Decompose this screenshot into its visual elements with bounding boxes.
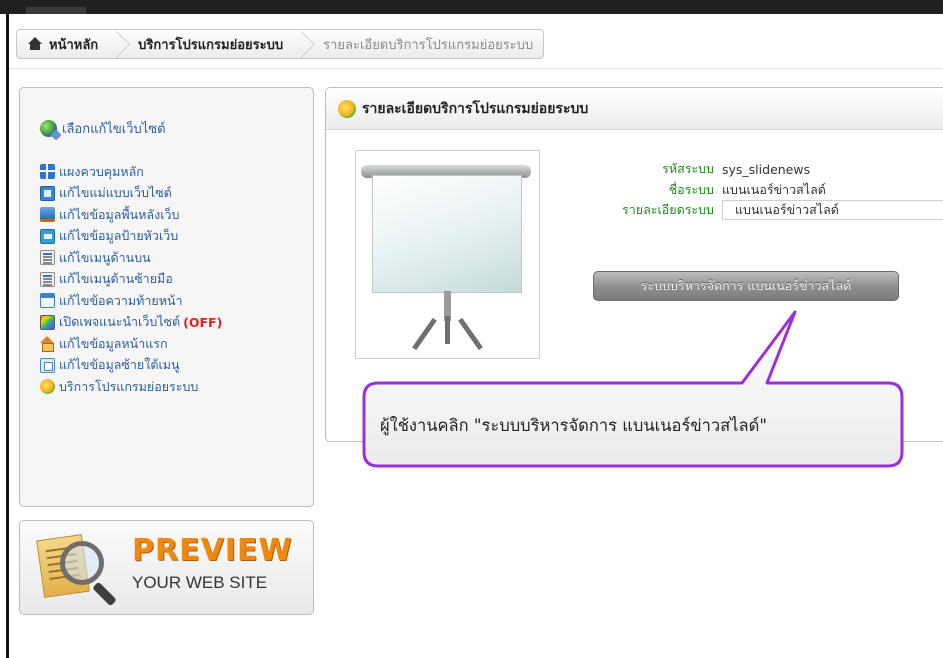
music-icon — [40, 314, 55, 330]
field-system-code: รหัสระบบ sys_slidenews — [613, 159, 810, 179]
magnifier-handle — [92, 581, 117, 607]
system-detail-field[interactable] — [722, 200, 943, 220]
projector-leg — [445, 316, 450, 344]
sidebar-item-label: แก้ไขข้อมูลหน้าแรก — [59, 335, 168, 351]
magnifier-icon — [60, 541, 104, 585]
sidebar-header-label: เลือกแก้ไขเว็บไซต์ — [62, 122, 166, 137]
module-icon — [338, 99, 356, 118]
tab-strip — [26, 7, 86, 14]
template-icon — [40, 185, 55, 201]
sidebar-item-label: แก้ไขข้อมูลพื้นหลังเว็บ — [59, 206, 180, 222]
status-badge: (OFF) — [183, 314, 223, 330]
sidebar-item-music[interactable]: เปิดเพจแนะนำเว็บไซต์ (OFF) — [40, 312, 222, 334]
sidebar-panel: เลือกแก้ไขเว็บไซต์ แผงควบคุมหลัก แก้ไขแม… — [19, 87, 314, 507]
module-detail-panel: รายละเอียดบริการโปรแกรมย่อยระบบ รหัสระบบ… — [325, 87, 943, 442]
system-code-label: รหัสระบบ — [662, 161, 714, 176]
projector-screen — [372, 175, 522, 293]
system-name-label: ชื่อระบบ — [668, 182, 714, 197]
sidebar-header-link[interactable]: เลือกแก้ไขเว็บไซต์ — [40, 118, 166, 139]
globe-edit-icon — [40, 120, 57, 137]
breadcrumb-home-label: หน้าหลัก — [49, 37, 99, 53]
window-top-bar — [0, 0, 943, 14]
projector-leg — [458, 317, 483, 351]
breadcrumb-separator — [112, 30, 126, 58]
breadcrumb-home[interactable]: หน้าหลัก — [17, 30, 112, 58]
sidebar-item-submenu[interactable]: แก้ไขข้อมูลซ้ายใต้เมนู — [40, 355, 222, 377]
preview-title: PREVIEW — [132, 533, 293, 568]
breadcrumb-separator — [297, 30, 311, 58]
sidebar-item-footer[interactable]: แก้ไขข้อความท้ายหน้า — [40, 290, 222, 312]
sidebar-item-template[interactable]: แก้ไขแม่แบบเว็บไซต์ — [40, 183, 222, 205]
sidebar-item-top-menu[interactable]: แก้ไขเมนูด้านบน — [40, 247, 222, 269]
top-menu-icon — [40, 250, 55, 266]
module-image — [355, 150, 540, 359]
page-title: รายละเอียดบริการโปรแกรมย่อยระบบ — [362, 100, 589, 117]
sidebar-item-banner[interactable]: แก้ไขข้อมูลป้ายหัวเว็บ — [40, 226, 222, 248]
field-system-detail: รายละเอียดระบบ — [613, 200, 943, 220]
sidebar-item-label: แผงควบคุมหลัก — [59, 163, 144, 179]
system-code-value: sys_slidenews — [722, 161, 811, 177]
sidebar-item-label: บริการโปรแกรมย่อยระบบ — [59, 378, 199, 394]
sidebar-item-label: แก้ไขเมนูด้านบน — [59, 249, 151, 265]
preview-subtitle: YOUR WEB SITE — [132, 573, 268, 592]
banner-icon — [40, 228, 55, 244]
system-name-value: แบนเนอร์ข่าวสไลด์ — [722, 182, 826, 197]
breadcrumb-section-label: บริการโปรแกรมย่อยระบบ — [138, 37, 284, 53]
sidebar-item-modules[interactable]: บริการโปรแกรมย่อยระบบ — [40, 376, 222, 398]
sidebar-item-label: แก้ไขข้อมูลซ้ายใต้เมนู — [59, 357, 180, 373]
sidebar-item-label: แก้ไขข้อความท้ายหน้า — [59, 292, 183, 308]
dashboard-icon — [40, 164, 55, 180]
home-icon — [40, 336, 55, 353]
preview-website-button[interactable]: PREVIEW YOUR WEB SITE — [19, 520, 314, 615]
sidebar-item-label: เปิดเพจแนะนำเว็บไซต์ — [59, 314, 181, 330]
window-left-frame — [6, 14, 9, 658]
sidebar-item-homepage[interactable]: แก้ไขข้อมูลหน้าแรก — [40, 333, 222, 355]
footer-icon — [40, 293, 55, 309]
breadcrumb: หน้าหลัก บริการโปรแกรมย่อยระบบ รายละเอีย… — [16, 29, 545, 59]
sidebar-item-dashboard[interactable]: แผงควบคุมหลัก — [40, 161, 222, 183]
breadcrumb-current-label: รายละเอียดบริการโปรแกรมย่อยระบบ — [323, 37, 534, 53]
sidebar-item-left-menu[interactable]: แก้ไขเมนูด้านซ้ายมือ — [40, 269, 222, 291]
breadcrumb-current: รายละเอียดบริการโปรแกรมย่อยระบบ — [311, 30, 543, 58]
projector-leg — [412, 317, 437, 351]
background-icon — [40, 207, 55, 223]
callout-text: ผู้ใช้งานคลิก "ระบบบริหารจัดการ แบนเนอร์… — [380, 416, 767, 435]
left-menu-icon — [40, 271, 55, 287]
breadcrumb-section[interactable]: บริการโปรแกรมย่อยระบบ — [126, 30, 297, 58]
sidebar-item-label: แก้ไขแม่แบบเว็บไซต์ — [59, 185, 172, 201]
sidebar-item-label: แก้ไขเมนูด้านซ้ายมือ — [59, 271, 173, 287]
panel-header: รายละเอียดบริการโปรแกรมย่อยระบบ — [326, 88, 943, 130]
sidebar-item-background[interactable]: แก้ไขข้อมูลพื้นหลังเว็บ — [40, 204, 222, 226]
manage-module-button[interactable]: ระบบบริหารจัดการ แบนเนอร์ข่าวสไลด์ — [593, 271, 899, 301]
field-system-name: ชื่อระบบ แบนเนอร์ข่าวสไลด์ — [613, 180, 826, 200]
system-detail-label: รายละเอียดระบบ — [622, 202, 714, 217]
module-icon — [40, 379, 55, 395]
home-icon — [27, 37, 43, 51]
sidebar-item-label: แก้ไขข้อมูลป้ายหัวเว็บ — [59, 228, 179, 244]
sidebar-menu: แผงควบคุมหลัก แก้ไขแม่แบบเว็บไซต์ แก้ไขข… — [40, 161, 222, 398]
divider — [9, 68, 943, 69]
submenu-icon — [40, 357, 55, 373]
